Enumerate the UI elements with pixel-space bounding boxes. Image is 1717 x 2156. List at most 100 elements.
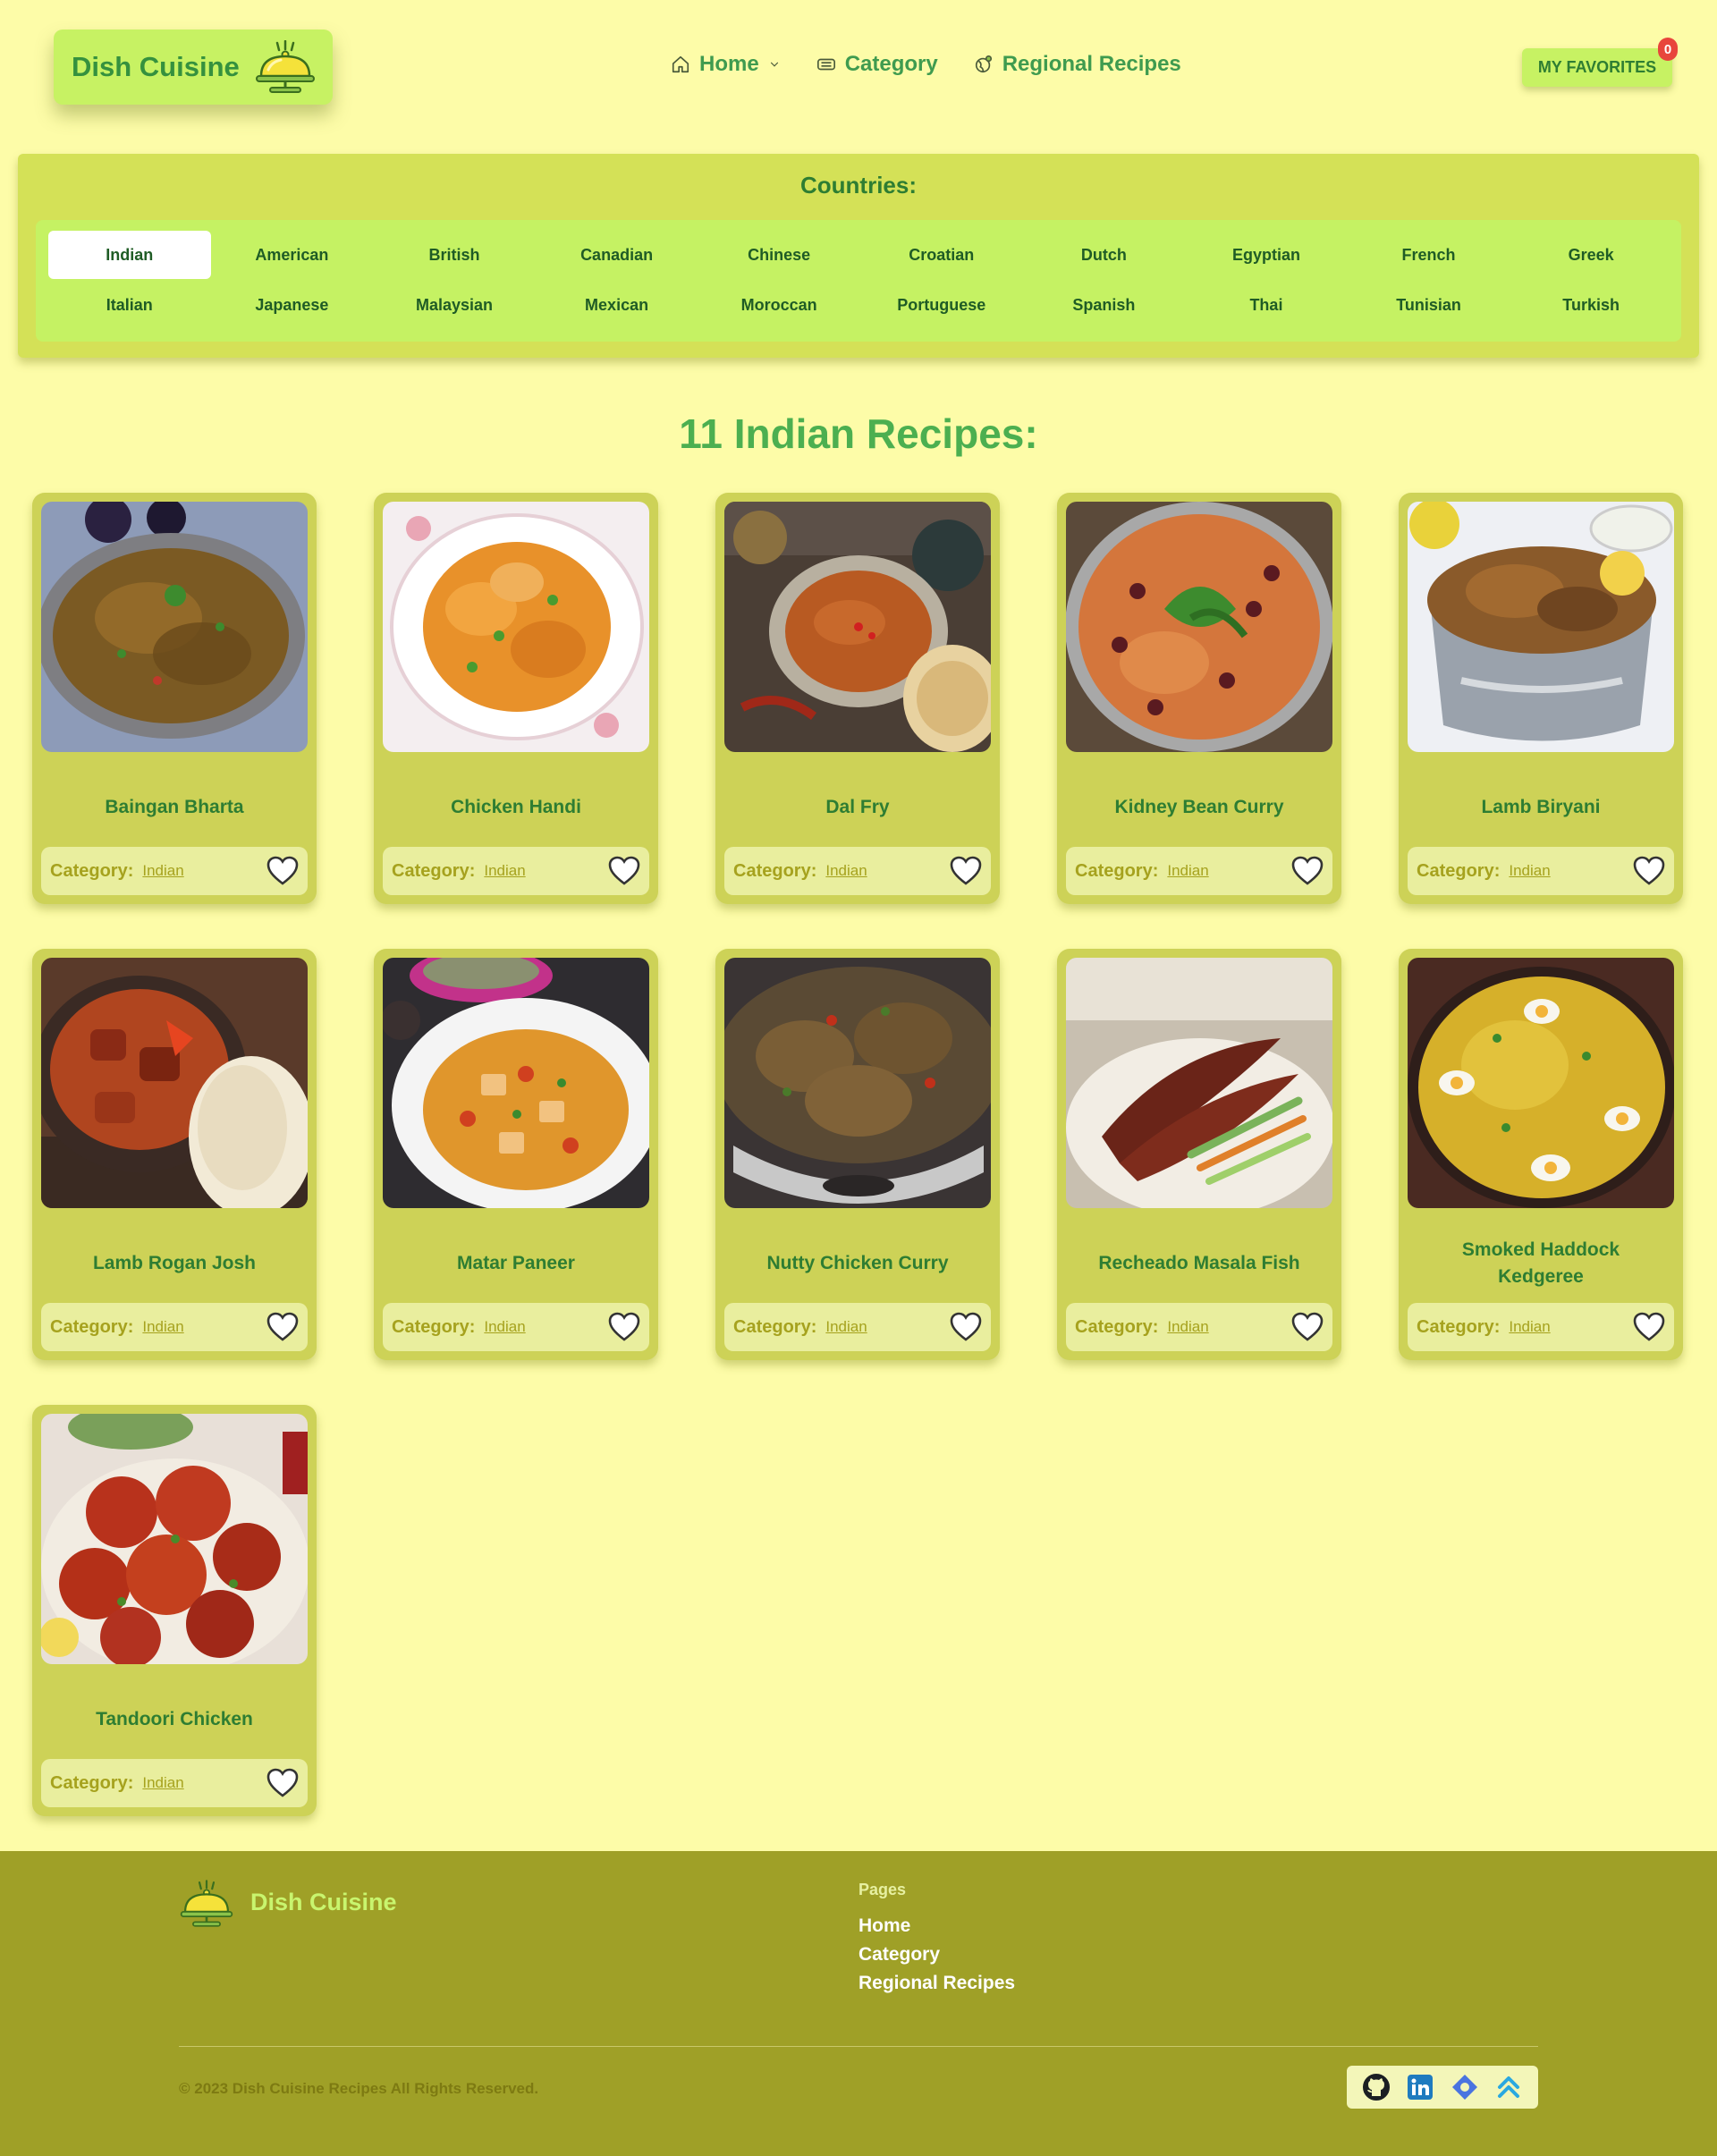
- linkedin-icon[interactable]: [1406, 2073, 1434, 2101]
- nutty-chicken-curry-photo[interactable]: [724, 958, 991, 1208]
- recipe-card-footer: Category: Indian: [724, 847, 991, 895]
- favorite-heart-icon[interactable]: [950, 1312, 982, 1342]
- upwork-icon[interactable]: [1494, 2073, 1523, 2101]
- category-link[interactable]: Indian: [825, 862, 867, 880]
- country-greek[interactable]: Greek: [1510, 231, 1672, 279]
- github-icon[interactable]: [1362, 2073, 1391, 2101]
- category-label: Category:: [1417, 860, 1501, 881]
- country-dutch[interactable]: Dutch: [1023, 231, 1186, 279]
- country-croatian[interactable]: Croatian: [860, 231, 1023, 279]
- country-japanese[interactable]: Japanese: [211, 281, 374, 329]
- footer-links: Home Category Regional Recipes: [858, 1915, 1015, 1994]
- recheado-masala-fish-photo[interactable]: [1066, 958, 1332, 1208]
- favorite-heart-icon[interactable]: [266, 1312, 299, 1342]
- category-link[interactable]: Indian: [1167, 1318, 1208, 1336]
- nav-home[interactable]: Home: [671, 52, 781, 77]
- nav-category[interactable]: Category: [816, 52, 938, 77]
- brand-logo[interactable]: Dish Cuisine: [54, 30, 333, 105]
- kidney-bean-curry-photo[interactable]: [1066, 502, 1332, 752]
- matar-paneer-photo[interactable]: [383, 958, 649, 1208]
- recipe-card[interactable]: Smoked Haddock Kedgeree Category: Indian: [1399, 949, 1683, 1360]
- country-turkish[interactable]: Turkish: [1510, 281, 1672, 329]
- country-moroccan[interactable]: Moroccan: [698, 281, 860, 329]
- favorite-heart-icon[interactable]: [1633, 856, 1665, 886]
- country-malaysian[interactable]: Malaysian: [373, 281, 536, 329]
- favorite-heart-icon[interactable]: [266, 856, 299, 886]
- recipe-card[interactable]: Nutty Chicken Curry Category: Indian: [715, 949, 1000, 1360]
- nav-home-label: Home: [699, 52, 759, 76]
- site-header: Dish Cuisine Home Category Regional Reci…: [0, 0, 1717, 134]
- footer-brand-name[interactable]: Dish Cuisine: [250, 1889, 397, 1916]
- country-canadian[interactable]: Canadian: [536, 231, 698, 279]
- brand-name: Dish Cuisine: [72, 51, 240, 82]
- lamb-rogan-josh-photo[interactable]: [41, 958, 308, 1208]
- recipe-name: Chicken Handi: [451, 797, 581, 817]
- country-italian[interactable]: Italian: [48, 281, 211, 329]
- favorite-heart-icon[interactable]: [608, 856, 640, 886]
- nav-regional-recipes[interactable]: Regional Recipes: [974, 52, 1181, 77]
- footer-link-category[interactable]: Category: [858, 1944, 1015, 1966]
- recipe-card[interactable]: Recheado Masala Fish Category: Indian: [1057, 949, 1341, 1360]
- serving-cloche-icon[interactable]: [179, 1880, 234, 1928]
- recipe-card[interactable]: Kidney Bean Curry Category: Indian: [1057, 493, 1341, 904]
- countries-panel: Countries: Indian American British Canad…: [18, 154, 1699, 358]
- country-chinese[interactable]: Chinese: [698, 231, 860, 279]
- recipe-card[interactable]: Matar Paneer Category: Indian: [374, 949, 658, 1360]
- country-spanish[interactable]: Spanish: [1023, 281, 1186, 329]
- recipe-card[interactable]: Dal Fry Category: Indian: [715, 493, 1000, 904]
- country-portuguese[interactable]: Portuguese: [860, 281, 1023, 329]
- chevron-down-icon: [770, 62, 778, 67]
- category-label: Category:: [1075, 860, 1159, 881]
- category-label: Category:: [50, 1772, 134, 1793]
- country-mexican[interactable]: Mexican: [536, 281, 698, 329]
- country-british[interactable]: British: [373, 231, 536, 279]
- dal-fry-photo[interactable]: [724, 502, 991, 752]
- category-link[interactable]: Indian: [142, 1318, 183, 1336]
- category-link[interactable]: Indian: [1509, 1318, 1550, 1336]
- category-link[interactable]: Indian: [1167, 862, 1208, 880]
- category-link[interactable]: Indian: [142, 862, 183, 880]
- country-egyptian[interactable]: Egyptian: [1185, 231, 1348, 279]
- category-link[interactable]: Indian: [484, 862, 525, 880]
- lamb-biryani-photo[interactable]: [1408, 502, 1674, 752]
- recipe-card[interactable]: Lamb Biryani Category: Indian: [1399, 493, 1683, 904]
- nav-regional-label: Regional Recipes: [1002, 52, 1181, 76]
- category-label: Category:: [392, 1316, 476, 1337]
- footer-pages-title: Pages: [858, 1881, 907, 1898]
- tandoori-chicken-photo[interactable]: [41, 1414, 308, 1664]
- country-list: Indian American British Canadian Chinese…: [36, 220, 1681, 342]
- recipe-card[interactable]: Baingan Bharta Category: Indian: [32, 493, 317, 904]
- my-favorites-button[interactable]: MY FAVORITES 0: [1522, 38, 1678, 87]
- recipe-card[interactable]: Chicken Handi Category: Indian: [374, 493, 658, 904]
- favorite-heart-icon[interactable]: [1633, 1312, 1665, 1342]
- chicken-handi-photo[interactable]: [383, 502, 649, 752]
- category-link[interactable]: Indian: [142, 1774, 183, 1792]
- favorite-heart-icon[interactable]: [950, 856, 982, 886]
- country-thai[interactable]: Thai: [1185, 281, 1348, 329]
- recipe-card-footer: Category: Indian: [1066, 847, 1332, 895]
- category-link[interactable]: Indian: [484, 1318, 525, 1336]
- recipe-card-footer: Category: Indian: [1408, 1303, 1674, 1351]
- favorite-heart-icon[interactable]: [608, 1312, 640, 1342]
- globe-icon: [975, 55, 992, 73]
- footer-link-regional-recipes[interactable]: Regional Recipes: [858, 1973, 1015, 1994]
- baingan-bharta-photo[interactable]: [41, 502, 308, 752]
- favorite-heart-icon[interactable]: [1291, 1312, 1324, 1342]
- footer-link-home[interactable]: Home: [858, 1915, 1015, 1937]
- portfolio-icon[interactable]: [1451, 2073, 1479, 2101]
- site-footer: Dish Cuisine Pages Home Category Regiona…: [0, 1851, 1717, 2156]
- recipe-card[interactable]: Lamb Rogan Josh Category: Indian: [32, 949, 317, 1360]
- recipe-card[interactable]: Tandoori Chicken Category: Indian: [32, 1405, 317, 1816]
- smoked-haddock-kedgeree-photo[interactable]: [1408, 958, 1674, 1208]
- recipe-card-footer: Category: Indian: [41, 1759, 308, 1807]
- category-link[interactable]: Indian: [825, 1318, 867, 1336]
- country-american[interactable]: American: [211, 231, 374, 279]
- category-link[interactable]: Indian: [1509, 862, 1550, 880]
- country-tunisian[interactable]: Tunisian: [1348, 281, 1510, 329]
- favorite-heart-icon[interactable]: [266, 1768, 299, 1798]
- recipe-name: Dal Fry: [825, 797, 890, 817]
- favorite-heart-icon[interactable]: [1291, 856, 1324, 886]
- category-label: Category:: [733, 1316, 817, 1337]
- country-french[interactable]: French: [1348, 231, 1510, 279]
- country-indian[interactable]: Indian: [48, 231, 211, 279]
